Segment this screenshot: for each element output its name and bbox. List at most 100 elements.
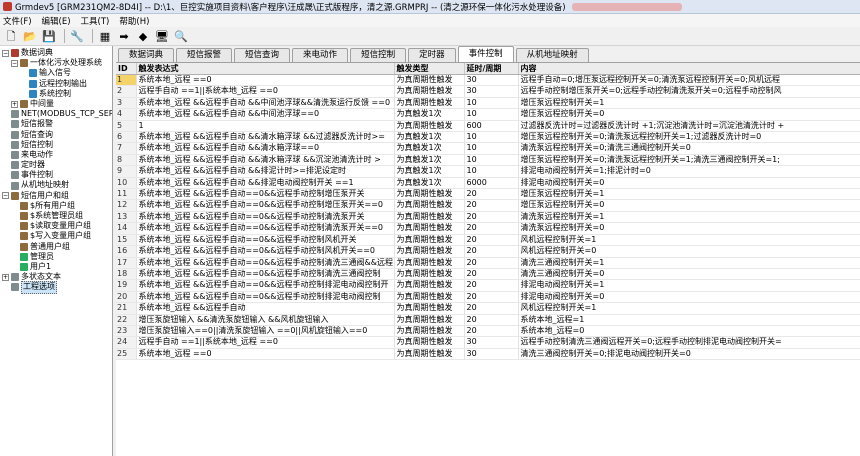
table-cell[interactable]: 系统本地_远程 &&远程手自动==0&&远程手动控制清洗泵开关: [136, 211, 395, 224]
table-cell[interactable]: 20: [464, 291, 519, 304]
table-cell[interactable]: 20: [464, 199, 519, 212]
tree-item[interactable]: − 数据词典: [0, 48, 112, 58]
table-cell[interactable]: 增压泵远程控制开关=1: [518, 188, 860, 201]
table-cell[interactable]: 为真周期性触发: [394, 97, 465, 110]
table-cell[interactable]: 远程手自动 ==1||系统本地_远程 ==0: [136, 85, 395, 98]
tab-7[interactable]: 从机地址映射: [515, 48, 589, 62]
table-cell[interactable]: 远程手动控制增压泵开关=0;远程手动控制清洗泵开关=0;远程手动控制风: [518, 85, 860, 98]
tree-item[interactable]: 事件控制: [0, 170, 112, 180]
table-cell[interactable]: 为真周期性触发: [394, 199, 465, 212]
table-cell[interactable]: 增压泵远程控制开关=0;清洗泵远程控制开关=1;过滤器反洗计时=0: [518, 131, 860, 144]
upload-button[interactable]: ◆: [135, 28, 151, 44]
collapse-icon[interactable]: −: [2, 49, 9, 57]
table-row[interactable]: 25 系统本地_远程 ==0 为真周期性触发 30 清洗三通阀控制开关=0;排泥电动阀控…: [116, 348, 860, 361]
table-cell[interactable]: 20: [464, 314, 519, 326]
column-header[interactable]: ID: [116, 63, 137, 75]
row-id-cell[interactable]: 5: [116, 120, 137, 133]
row-id-cell[interactable]: 20: [116, 291, 137, 304]
table-cell[interactable]: 排泥电动阀控制开关=1;排泥计时=0: [518, 165, 860, 178]
table-row[interactable]: 16 系统本地_远程 &&远程手自动==0&&远程手动控制风机开关==0 为真周期性…: [116, 245, 860, 258]
table-cell[interactable]: 为真周期性触发: [394, 188, 465, 201]
table-cell[interactable]: 清洗泵远程控制开关=1: [518, 211, 860, 224]
table-cell[interactable]: 远程手自动=0;增压泵远程控制开关=0;清洗泵远程控制开关=0;风机远程: [518, 74, 860, 87]
table-cell[interactable]: 增压泵远程控制开关=0;清洗泵远程控制开关=1;清洗三通阀控制开关=1;: [518, 154, 860, 167]
menu-edit[interactable]: 编辑(E): [42, 15, 71, 27]
table-cell[interactable]: 20: [464, 188, 519, 201]
table-cell[interactable]: 系统本地_远程 &&远程手自动 &&清水箱浮球==0: [136, 142, 395, 155]
table-cell[interactable]: 系统本地_远程 &&远程手自动==0&&远程手动控制排泥电动阀控制开: [136, 279, 395, 292]
table-row[interactable]: 17 系统本地_远程 &&远程手自动==0&&远程手动控制清洗三通阀&&远程 为真周…: [116, 257, 860, 269]
menu-tools[interactable]: 工具(T): [81, 15, 110, 27]
row-id-cell[interactable]: 19: [116, 279, 137, 292]
table-row[interactable]: 8 系统本地_远程 &&远程手自动 &&清水箱浮球 &&沉淀池清洗计时 > 为真触发…: [116, 154, 860, 167]
table-cell[interactable]: 系统本地_远程 &&远程手自动==0&&远程手动控制增压泵开关: [136, 188, 395, 201]
table-cell[interactable]: 20: [464, 279, 519, 292]
table-cell[interactable]: 10: [464, 97, 519, 110]
menu-file[interactable]: 文件(F): [3, 15, 32, 27]
table-row[interactable]: 14 系统本地_远程 &&远程手自动==0&&远程手动控制清洗泵开关==0 为真周期…: [116, 222, 860, 235]
table-row[interactable]: 12 系统本地_远程 &&远程手自动==0&&远程手动控制增压泵开关==0 为真周期…: [116, 199, 860, 212]
table-cell[interactable]: 为真触发1次: [394, 108, 465, 121]
table-cell[interactable]: 20: [464, 325, 519, 338]
table-cell[interactable]: 系统本地_远程 &&远程手自动==0&&远程手动控制清洗泵开关==0: [136, 222, 395, 235]
table-cell[interactable]: 为真周期性触发: [394, 120, 465, 133]
table-cell[interactable]: 增压泵远程控制开关=1: [518, 97, 860, 110]
table-cell[interactable]: 排泥电动阀控制开关=1: [518, 279, 860, 292]
table-cell[interactable]: 清洗三通阀控制开关=0;排泥电动阀控制开关=0: [518, 348, 860, 361]
collapse-icon[interactable]: −: [2, 192, 9, 200]
tab-0[interactable]: 数据词典: [118, 48, 175, 62]
table-row[interactable]: 20 系统本地_远程 &&远程手自动==0&&远程手动控制排泥电动阀控制 为真周期性…: [116, 291, 860, 304]
tree-item[interactable]: $写入变量用户组: [0, 231, 112, 241]
menu-help[interactable]: 帮助(H): [119, 15, 149, 27]
table-row[interactable]: 19 系统本地_远程 &&远程手自动==0&&远程手动控制排泥电动阀控制开 为真周期…: [116, 279, 860, 292]
expand-icon[interactable]: +: [11, 100, 18, 108]
table-cell[interactable]: 排泥电动阀控制开关=0: [518, 291, 860, 304]
table-cell[interactable]: 系统本地_远程 &&远程手自动==0&&远程手动控制排泥电动阀控制: [136, 291, 395, 304]
tree-item[interactable]: 普通用户组: [0, 242, 112, 252]
table-cell[interactable]: 30: [464, 74, 519, 87]
keypad-button[interactable]: ▦: [97, 28, 113, 44]
tree-item[interactable]: 短信报警: [0, 119, 112, 129]
table-row[interactable]: 2 远程手自动 ==1||系统本地_远程 ==0 为真周期性触发 30 远程手动控制增压…: [116, 85, 860, 98]
table-cell[interactable]: 10: [464, 165, 519, 178]
row-id-cell[interactable]: 12: [116, 199, 137, 212]
tab-2[interactable]: 短信查询: [234, 48, 291, 62]
column-header[interactable]: 内容: [518, 63, 860, 75]
open-button[interactable]: 📂: [22, 28, 38, 44]
table-cell[interactable]: 为真周期性触发: [394, 85, 465, 98]
table-row[interactable]: 10 系统本地_远程 &&远程手自动 &&排泥电动阀控制开关 ==1 为真触发1次 6…: [116, 177, 860, 190]
table-row[interactable]: 3 系统本地_远程 &&远程手自动 &&中间池浮球&&清洗泵运行反馈 ==0 为真周…: [116, 97, 860, 110]
row-id-cell[interactable]: 23: [116, 325, 137, 338]
table-cell[interactable]: 为真周期性触发: [394, 222, 465, 235]
table-row[interactable]: 7 系统本地_远程 &&远程手自动 &&清水箱浮球==0 为真触发1次 10 清洗泵远程…: [116, 142, 860, 155]
row-id-cell[interactable]: 18: [116, 268, 137, 281]
table-cell[interactable]: 远程手自动 ==1||系统本地_远程 ==0: [136, 336, 395, 349]
table-cell[interactable]: 清洗泵远程控制开关=0;清洗三通阀控制开关=0: [518, 142, 860, 155]
column-header[interactable]: 延时/周期: [464, 63, 519, 75]
row-id-cell[interactable]: 25: [116, 348, 137, 361]
table-row[interactable]: 4 系统本地_远程 &&远程手自动 &&中间池浮球==0 为真触发1次 10 增压泵远程…: [116, 108, 860, 121]
table-cell[interactable]: 为真触发1次: [394, 131, 465, 144]
table-cell[interactable]: 20: [464, 257, 519, 269]
table-cell[interactable]: 过滤器反洗计时=过滤器反洗计时 +1;沉淀池清洗计时=沉淀池清洗计时 +: [518, 120, 860, 133]
table-cell[interactable]: 20: [464, 268, 519, 281]
table-row[interactable]: 1 系统本地_远程 ==0 为真周期性触发 30 远程手自动=0;增压泵远程控制开关=0…: [116, 74, 860, 87]
table-cell[interactable]: 10: [464, 131, 519, 144]
table-cell[interactable]: 系统本地_远程 &&远程手自动==0&&远程手动控制风机开关==0: [136, 245, 395, 258]
table-row[interactable]: 6 系统本地_远程 &&远程手自动 &&清水箱浮球 &&过滤器反洗计时>= 为真触发…: [116, 131, 860, 144]
table-cell[interactable]: 为真周期性触发: [394, 268, 465, 281]
table-cell[interactable]: 20: [464, 302, 519, 315]
row-id-cell[interactable]: 9: [116, 165, 137, 178]
table-cell[interactable]: 增压泵旋钮输入==0||清洗泵旋钮输入 ==0||风机旋钮输入==0: [136, 325, 395, 338]
table-cell[interactable]: 为真周期性触发: [394, 279, 465, 292]
table-cell[interactable]: 系统本地_远程 &&远程手自动 &&中间池浮球&&清洗泵运行反馈 ==0: [136, 97, 395, 110]
table-cell[interactable]: 6000: [464, 177, 519, 190]
table-cell[interactable]: 10: [464, 142, 519, 155]
tree-item[interactable]: 工程选项: [0, 281, 112, 294]
table-cell[interactable]: 为真周期性触发: [394, 325, 465, 338]
search-button[interactable]: 🔍: [173, 28, 189, 44]
table-row[interactable]: 24 远程手自动 ==1||系统本地_远程 ==0 为真周期性触发 30 远程手动控制清…: [116, 336, 860, 349]
column-header[interactable]: 触发表达式: [136, 63, 395, 75]
row-id-cell[interactable]: 14: [116, 222, 137, 235]
tree-item[interactable]: 短信查询: [0, 130, 112, 140]
